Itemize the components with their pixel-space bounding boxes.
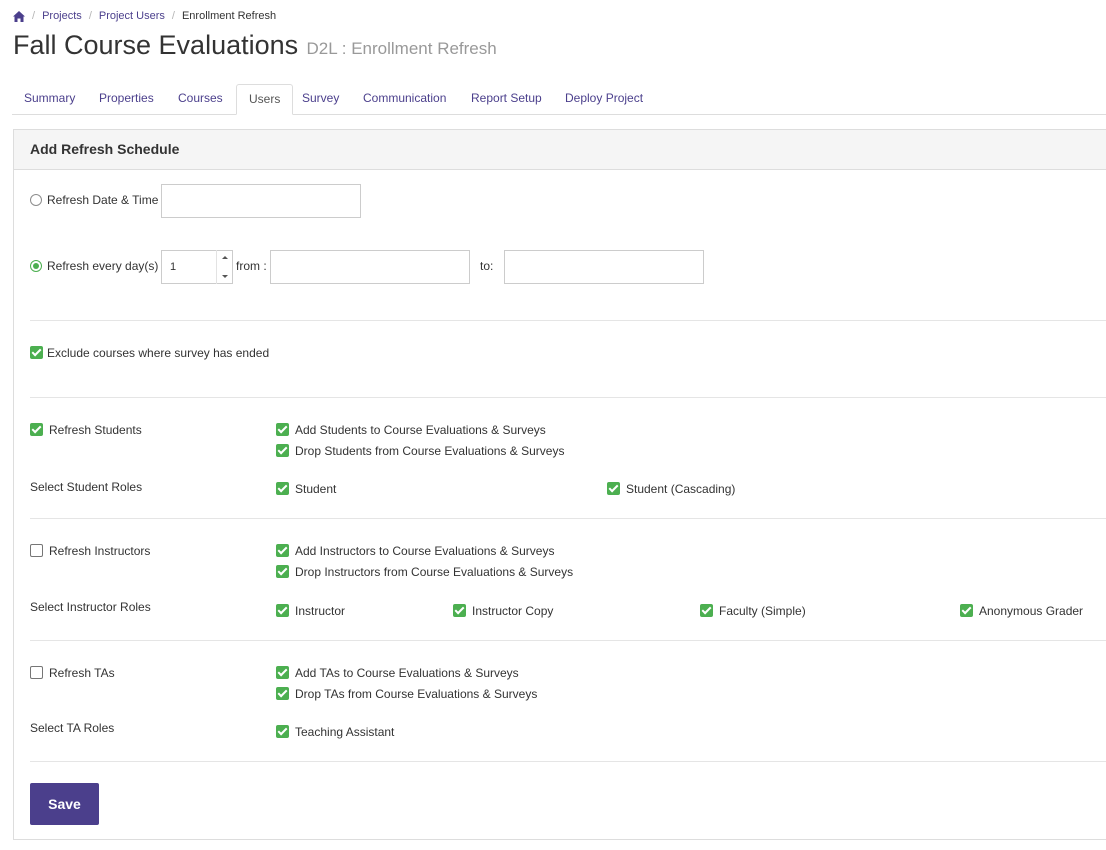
from-date-input[interactable]: [270, 250, 470, 284]
breadcrumb-current: Enrollment Refresh: [181, 10, 277, 22]
role-instructor-copy-label: Instructor Copy: [472, 604, 554, 618]
breadcrumb: / Projects / Project Users / Enrollment …: [13, 8, 276, 24]
refresh-date-time-label: Refresh Date & Time: [47, 193, 159, 207]
add-tas-label: Add TAs to Course Evaluations & Surveys: [295, 666, 519, 680]
add-tas-checkbox[interactable]: [276, 666, 289, 679]
refresh-every-label: Refresh every day(s): [47, 259, 159, 273]
role-instructor-checkbox[interactable]: [276, 604, 289, 617]
role-student-label: Student: [295, 482, 337, 496]
exclude-ended-checkbox[interactable]: [30, 346, 43, 359]
student-roles-label: Select Student Roles: [30, 480, 143, 494]
role-anonymous-grader-label: Anonymous Grader: [979, 604, 1084, 618]
breadcrumb-separator: /: [32, 10, 36, 22]
tab-users[interactable]: Users: [236, 84, 294, 115]
role-instructor-copy-checkbox[interactable]: [453, 604, 466, 617]
drop-instructors-label: Drop Instructors from Course Evaluations…: [295, 565, 574, 579]
panel-title: Add Refresh Schedule: [30, 141, 180, 157]
page-subtitle: D2L : Enrollment Refresh: [306, 39, 497, 58]
drop-tas-checkbox[interactable]: [276, 687, 289, 700]
add-instructors-checkbox[interactable]: [276, 544, 289, 557]
page-title: Fall Course Evaluations: [13, 30, 299, 60]
add-instructors-label: Add Instructors to Course Evaluations & …: [295, 544, 555, 558]
tab-bar: Summary Properties Courses Users Survey …: [12, 84, 1106, 115]
tab-deploy-project[interactable]: Deploy Project: [553, 84, 655, 113]
panel-header: Add Refresh Schedule: [14, 130, 1106, 170]
to-label: to:: [480, 259, 494, 273]
divider: [30, 320, 1106, 321]
refresh-students-label: Refresh Students: [49, 423, 142, 437]
days-stepper[interactable]: [216, 250, 232, 284]
save-button[interactable]: Save: [30, 783, 99, 825]
refresh-instructors-checkbox[interactable]: [30, 544, 43, 557]
divider: [30, 761, 1106, 762]
role-student-cascading-checkbox[interactable]: [607, 482, 620, 495]
role-student-cascading-label: Student (Cascading): [626, 482, 736, 496]
divider: [30, 397, 1106, 398]
refresh-instructors-label: Refresh Instructors: [49, 544, 151, 558]
tab-courses[interactable]: Courses: [166, 84, 235, 113]
from-label: from :: [236, 259, 267, 273]
drop-tas-label: Drop TAs from Course Evaluations & Surve…: [295, 687, 538, 701]
tab-summary[interactable]: Summary: [12, 84, 87, 113]
drop-students-checkbox[interactable]: [276, 444, 289, 457]
tab-survey[interactable]: Survey: [290, 84, 351, 113]
home-icon[interactable]: [13, 10, 25, 22]
to-date-input[interactable]: [504, 250, 704, 284]
radio-refresh-every[interactable]: [30, 260, 42, 272]
refresh-schedule-panel: Add Refresh Schedule Refresh Date & Time…: [13, 129, 1106, 840]
add-students-checkbox[interactable]: [276, 423, 289, 436]
refresh-tas-label: Refresh TAs: [49, 666, 115, 680]
role-anonymous-grader-checkbox[interactable]: [960, 604, 973, 617]
radio-refresh-date-time[interactable]: [30, 194, 42, 206]
tab-report-setup[interactable]: Report Setup: [459, 84, 554, 113]
page-header: Fall Course Evaluations D2L : Enrollment…: [13, 30, 497, 61]
role-teaching-assistant-label: Teaching Assistant: [295, 725, 395, 739]
exclude-ended-label: Exclude courses where survey has ended: [47, 346, 270, 360]
role-instructor-label: Instructor: [295, 604, 346, 618]
refresh-tas-checkbox[interactable]: [30, 666, 43, 679]
stepper-arrows-icon: [222, 256, 228, 278]
instructor-roles-label: Select Instructor Roles: [30, 600, 151, 614]
ta-roles-label: Select TA Roles: [30, 721, 115, 735]
divider: [30, 518, 1106, 519]
breadcrumb-separator: /: [171, 10, 175, 22]
breadcrumb-separator: /: [88, 10, 92, 22]
tab-properties[interactable]: Properties: [87, 84, 166, 113]
breadcrumb-project-users-link[interactable]: Project Users: [99, 10, 165, 22]
divider: [30, 640, 1106, 641]
role-student-checkbox[interactable]: [276, 482, 289, 495]
drop-instructors-checkbox[interactable]: [276, 565, 289, 578]
breadcrumb-projects-link[interactable]: Projects: [42, 10, 82, 22]
add-students-label: Add Students to Course Evaluations & Sur…: [295, 423, 546, 437]
refresh-date-time-input[interactable]: [161, 184, 361, 218]
role-faculty-simple-checkbox[interactable]: [700, 604, 713, 617]
refresh-students-checkbox[interactable]: [30, 423, 43, 436]
role-teaching-assistant-checkbox[interactable]: [276, 725, 289, 738]
role-faculty-simple-label: Faculty (Simple): [719, 604, 806, 618]
drop-students-label: Drop Students from Course Evaluations & …: [295, 444, 565, 458]
tab-communication[interactable]: Communication: [351, 84, 458, 113]
